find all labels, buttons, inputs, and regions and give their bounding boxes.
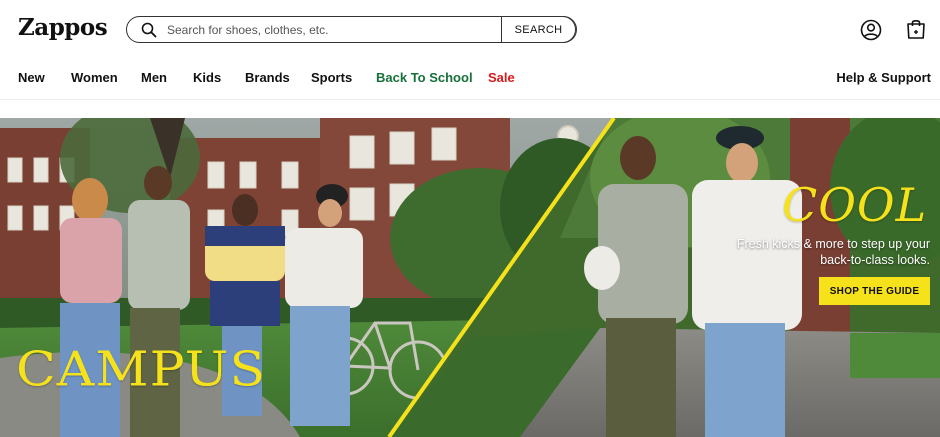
search-icon [141,22,157,38]
search-input[interactable] [167,20,497,40]
nav-item-new[interactable]: New [18,70,45,85]
campus-headline: CAMPUS [16,342,267,398]
nav-item-sports[interactable]: Sports [311,70,352,85]
hero-subtext: Fresh kicks & more to step up your back-… [736,237,930,267]
user-circle-icon[interactable] [860,19,882,41]
nav-item-sale[interactable]: Sale [488,70,515,85]
nav-item-kids[interactable]: Kids [193,70,221,85]
cool-headline: COOL [782,178,928,232]
site-header: Zappos SEARCH New Women Men Kids Brands … [0,0,940,100]
nav-item-brands[interactable]: Brands [245,70,290,85]
shopping-bag-icon[interactable] [904,17,928,41]
nav-item-men[interactable]: Men [141,70,167,85]
nav-item-women[interactable]: Women [71,70,118,85]
help-support-link[interactable]: Help & Support [836,70,931,85]
main-nav: New Women Men Kids Brands Sports Back To… [0,66,940,90]
shop-the-guide-button[interactable]: SHOP THE GUIDE [819,277,930,305]
nav-item-back-to-school[interactable]: Back To School [376,70,473,85]
search-bar: SEARCH [126,16,577,43]
hero-banner[interactable]: CAMPUS COOL Fresh kicks & more to step u… [0,118,940,437]
search-button[interactable]: SEARCH [501,16,576,43]
zappos-logo[interactable]: Zappos [18,14,108,41]
